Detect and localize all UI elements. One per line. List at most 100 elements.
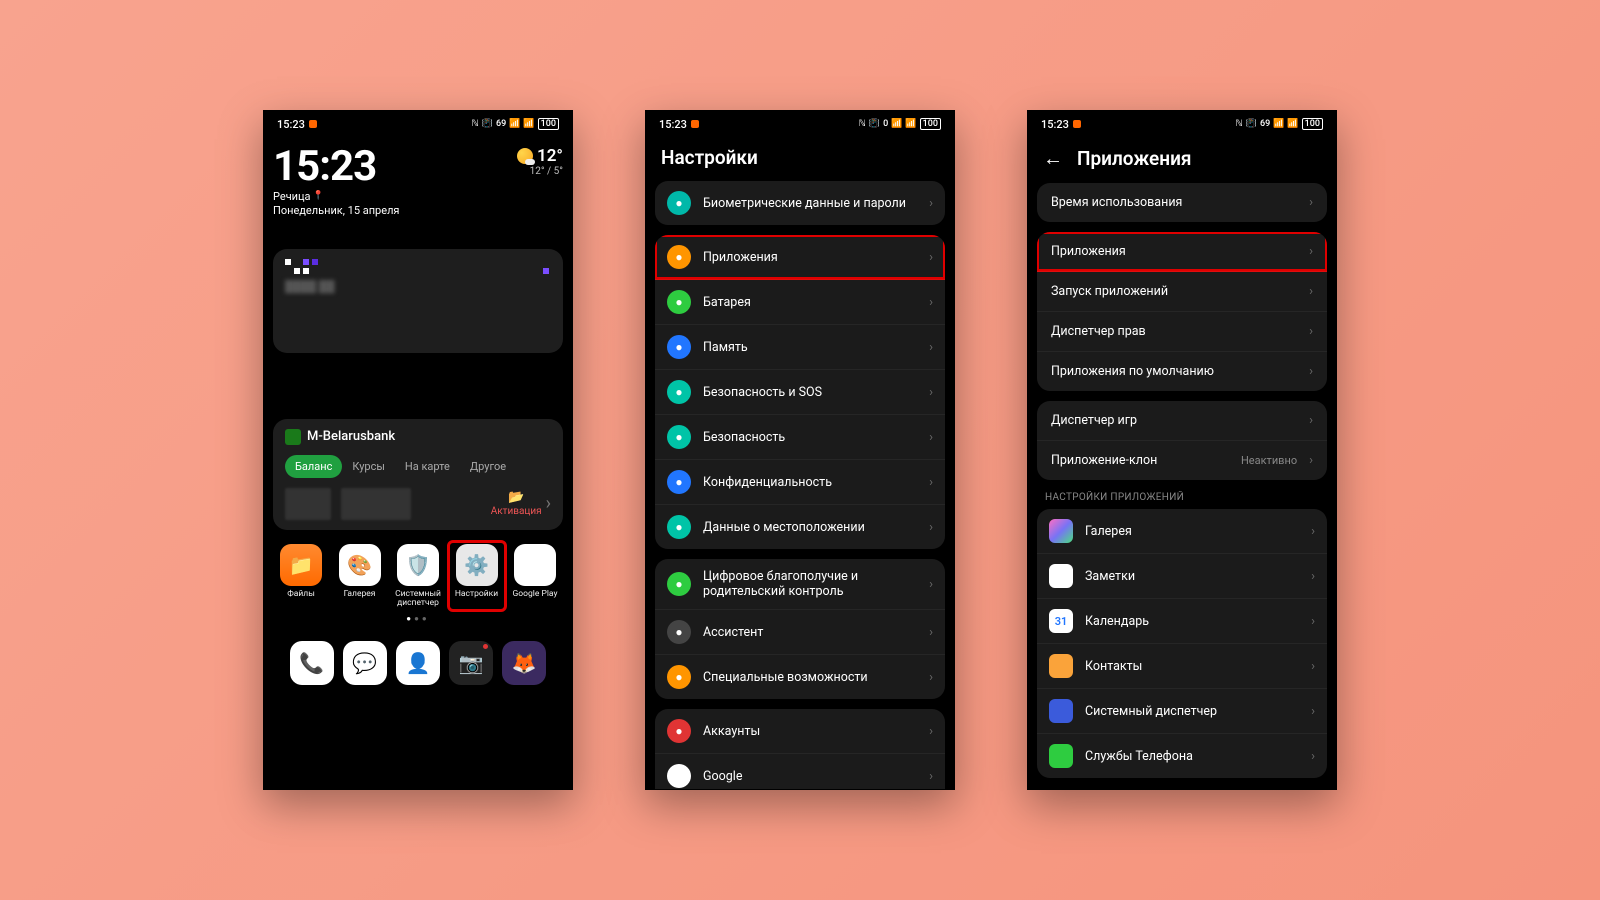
settings-row[interactable]: Запуск приложений› <box>1037 271 1327 311</box>
row-label: Данные о местоположении <box>703 520 917 535</box>
row-label: Приложения <box>1051 244 1297 259</box>
status-bar: 15:23 ℕ📳0📶📶100 <box>645 110 955 138</box>
dock-messages[interactable]: 💬 <box>343 641 387 685</box>
row-label: Безопасность <box>703 430 917 445</box>
chevron-right-icon: › <box>1309 244 1313 259</box>
app-icon: 31 <box>1049 609 1073 633</box>
app-play[interactable]: ▶Google Play <box>509 544 561 609</box>
chevron-right-icon: › <box>929 196 933 211</box>
tab-rates[interactable]: Курсы <box>342 455 395 478</box>
chevron-right-icon: › <box>929 385 933 400</box>
row-icon: ● <box>667 380 691 404</box>
app-row[interactable]: Контакты› <box>1037 643 1327 688</box>
settings-row[interactable]: ●Ассистент› <box>655 609 945 654</box>
row-label: Запуск приложений <box>1051 284 1297 299</box>
row-icon: ● <box>667 245 691 269</box>
settings-row[interactable]: ●Google› <box>655 753 945 789</box>
chevron-right-icon[interactable]: › <box>546 493 551 514</box>
app-row[interactable]: Заметки› <box>1037 553 1327 598</box>
dock-firefox[interactable]: 🦊 <box>502 641 546 685</box>
row-icon: ● <box>667 470 691 494</box>
app-icon <box>1049 654 1073 678</box>
app-icon <box>1049 564 1073 588</box>
settings-row[interactable]: ●Батарея› <box>655 279 945 324</box>
chevron-right-icon: › <box>929 769 933 784</box>
settings-row[interactable]: Приложения по умолчанию› <box>1037 351 1327 391</box>
row-label: Специальные возможности <box>703 670 917 685</box>
activate-button[interactable]: 📂Активация <box>491 490 542 517</box>
settings-row[interactable]: ●Безопасность и SOS› <box>655 369 945 414</box>
status-icons: ℕ📳69📶📶100 <box>472 118 559 130</box>
row-label: Приложение-клон <box>1051 453 1229 468</box>
row-icon: ● <box>667 572 691 596</box>
row-icon: ● <box>667 515 691 539</box>
settings-row[interactable]: ●Конфиденциальность› <box>655 459 945 504</box>
row-label: Цифровое благополучие и родительский кон… <box>703 569 917 599</box>
row-label: Аккаунты <box>703 724 917 739</box>
settings-row[interactable]: ● Безопасность › <box>655 414 945 459</box>
dock-camera[interactable]: 📷 <box>449 641 493 685</box>
rec-icon <box>309 120 317 128</box>
settings-row[interactable]: ●Биометрические данные и пароли› <box>655 181 945 225</box>
row-label: Ассистент <box>703 625 917 640</box>
tab-other[interactable]: Другое <box>460 455 516 478</box>
dock-phone[interactable]: 📞 <box>290 641 334 685</box>
settings-row[interactable]: ● Цифровое благополучие и родительский ко… <box>655 559 945 609</box>
app-row[interactable]: 31Календарь› <box>1037 598 1327 643</box>
app-sysmgr[interactable]: 🛡️Системный диспетчер <box>392 544 444 609</box>
weather-widget[interactable]: 12° 12° / 5° <box>517 146 563 177</box>
app-icon <box>1049 519 1073 543</box>
chevron-right-icon: › <box>1309 324 1313 339</box>
settings-row[interactable]: Время использования› <box>1037 183 1327 222</box>
chevron-right-icon: › <box>929 430 933 445</box>
bank-icon <box>285 429 301 445</box>
settings-row[interactable]: ● Данные о местоположении › <box>655 504 945 549</box>
dock-contacts[interactable]: 👤 <box>396 641 440 685</box>
app-row: 📁Файлы 🎨Галерея 🛡️Системный диспетчер ⚙️… <box>273 544 563 609</box>
status-bar: 15:23 ℕ📳69📶📶100 <box>263 110 573 138</box>
music-widget[interactable]: ████ ██ <box>273 249 563 353</box>
row-label: Батарея <box>703 295 917 310</box>
app-gallery[interactable]: 🎨Галерея <box>334 544 386 609</box>
status-bar: 15:23 ℕ📳69📶📶100 <box>1027 110 1337 138</box>
row-label: Память <box>703 340 917 355</box>
back-icon[interactable]: ← <box>1043 146 1063 171</box>
page-title: ← Приложения <box>1027 138 1337 183</box>
app-row[interactable]: Системный диспетчер› <box>1037 688 1327 733</box>
date: Понедельник, 15 апреля <box>273 204 399 217</box>
chevron-right-icon: › <box>929 250 933 265</box>
tab-map[interactable]: На карте <box>395 455 460 478</box>
chevron-right-icon: › <box>929 625 933 640</box>
settings-row[interactable]: ●Приложения› <box>655 235 945 279</box>
app-icon <box>1049 744 1073 768</box>
app-settings[interactable]: ⚙️Настройки <box>447 540 507 613</box>
settings-row[interactable]: ●Специальные возможности› <box>655 654 945 699</box>
clock-time[interactable]: 15:23 <box>273 146 399 188</box>
settings-row[interactable]: Диспетчер прав › <box>1037 311 1327 351</box>
phone-settings: 15:23 ℕ📳0📶📶100 Настройки ●Биометрические… <box>645 110 955 790</box>
page-title: Настройки <box>645 138 955 181</box>
settings-row[interactable]: Приложения › <box>1037 232 1327 271</box>
location[interactable]: Речица📍 <box>273 190 324 204</box>
app-row[interactable]: Службы Телефона› <box>1037 733 1327 778</box>
settings-row[interactable]: ●Память› <box>655 324 945 369</box>
row-label: Время использования <box>1051 195 1297 210</box>
settings-row[interactable]: Диспетчер игр› <box>1037 401 1327 440</box>
tab-balance[interactable]: Баланс <box>285 455 342 478</box>
settings-row[interactable]: ●Аккаунты› <box>655 709 945 753</box>
row-label: Конфиденциальность <box>703 475 917 490</box>
app-row[interactable]: Галерея› <box>1037 509 1327 553</box>
bank-tabs[interactable]: Баланс Курсы На карте Другое <box>285 455 551 478</box>
section-header: НАСТРОЙКИ ПРИЛОЖЕНИЙ <box>1027 490 1337 509</box>
app-files[interactable]: 📁Файлы <box>275 544 327 609</box>
app-icon <box>1049 699 1073 723</box>
row-label: Диспетчер прав <box>1051 324 1297 339</box>
row-icon: ● <box>667 719 691 743</box>
bank-widget[interactable]: M-Belarusbank Баланс Курсы На карте Друг… <box>273 419 563 530</box>
chevron-right-icon: › <box>929 520 933 535</box>
phone-apps: 15:23 ℕ📳69📶📶100 ← Приложения Время испол… <box>1027 110 1337 790</box>
page-dots[interactable]: ●●● <box>273 614 563 623</box>
settings-row[interactable]: Приложение-клонНеактивно› <box>1037 440 1327 480</box>
row-icon: ● <box>667 335 691 359</box>
row-icon: ● <box>667 425 691 449</box>
